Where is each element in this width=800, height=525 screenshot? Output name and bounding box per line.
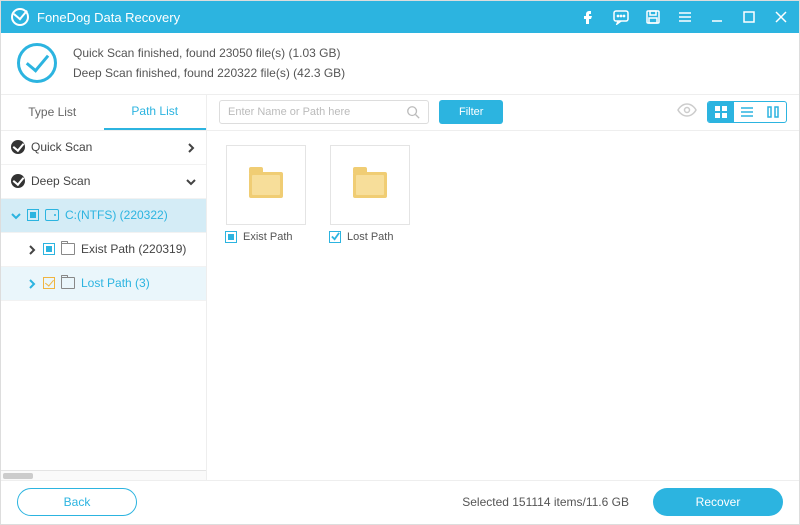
tree: Quick Scan Deep Scan C:(NTFS) (220322) E… xyxy=(1,131,206,470)
tree-deep-scan[interactable]: Deep Scan xyxy=(1,165,206,199)
search-icon xyxy=(406,105,420,119)
tab-type-list[interactable]: Type List xyxy=(1,95,104,130)
check-circle-icon xyxy=(17,43,57,83)
recover-button[interactable]: Recover xyxy=(653,488,783,516)
chevron-down-icon xyxy=(186,176,196,186)
sidebar: Type List Path List Quick Scan Deep Scan… xyxy=(1,95,207,480)
deep-scan-summary: Deep Scan finished, found 220322 file(s)… xyxy=(73,63,345,83)
drive-icon xyxy=(45,209,59,221)
chevron-right-icon xyxy=(186,142,196,152)
folder-thumb xyxy=(330,145,410,225)
folder-thumb xyxy=(226,145,306,225)
checkbox-partial-icon[interactable] xyxy=(27,209,39,221)
chevron-down-icon xyxy=(11,210,21,220)
folder-icon xyxy=(61,277,75,289)
eye-icon[interactable] xyxy=(677,103,697,122)
check-dot-icon xyxy=(11,140,25,154)
tree-lost-path[interactable]: Lost Path (3) xyxy=(1,267,206,301)
sidebar-scrollbar[interactable] xyxy=(1,470,206,480)
content-grid: Exist Path Lost Path xyxy=(207,131,799,480)
view-grid-button[interactable] xyxy=(708,102,734,122)
checkbox-partial-icon[interactable] xyxy=(225,231,237,243)
quick-scan-summary: Quick Scan finished, found 23050 file(s)… xyxy=(73,43,345,63)
view-list-button[interactable] xyxy=(734,102,760,122)
tree-drive-c[interactable]: C:(NTFS) (220322) xyxy=(1,199,206,233)
tree-exist-path[interactable]: Exist Path (220319) xyxy=(1,233,206,267)
folder-icon xyxy=(249,172,283,198)
save-icon[interactable] xyxy=(645,9,661,25)
checkbox-checked-icon[interactable] xyxy=(43,277,55,289)
menu-icon[interactable] xyxy=(677,9,693,25)
folder-icon xyxy=(353,172,387,198)
close-icon[interactable] xyxy=(773,9,789,25)
tree-label: Deep Scan xyxy=(31,174,180,188)
view-mode-toggle xyxy=(707,101,787,123)
tab-path-list[interactable]: Path List xyxy=(104,95,207,130)
app-logo-icon xyxy=(11,8,29,26)
chat-icon[interactable] xyxy=(613,9,629,25)
maximize-icon[interactable] xyxy=(741,9,757,25)
search-input[interactable] xyxy=(228,106,406,118)
back-button[interactable]: Back xyxy=(17,488,137,516)
item-label: Exist Path xyxy=(243,231,293,243)
search-box[interactable] xyxy=(219,100,429,124)
main-panel: Filter Exist Path Lost Path xyxy=(207,95,799,480)
footer: Back Selected 151114 items/11.6 GB Recov… xyxy=(1,480,799,524)
checkbox-partial-icon[interactable] xyxy=(43,243,55,255)
folder-item-lost-path[interactable]: Lost Path xyxy=(325,145,415,243)
check-dot-icon xyxy=(11,174,25,188)
folder-icon xyxy=(61,243,75,255)
filter-button[interactable]: Filter xyxy=(439,100,503,124)
tree-label: C:(NTFS) (220322) xyxy=(65,208,196,222)
item-label: Lost Path xyxy=(347,231,393,243)
title-bar: FoneDog Data Recovery xyxy=(1,1,799,33)
facebook-icon[interactable] xyxy=(581,9,597,25)
folder-item-exist-path[interactable]: Exist Path xyxy=(221,145,311,243)
app-title: FoneDog Data Recovery xyxy=(37,10,581,25)
selection-status: Selected 151114 items/11.6 GB xyxy=(151,495,639,509)
chevron-right-icon xyxy=(27,244,37,254)
checkbox-checked-icon[interactable] xyxy=(329,231,341,243)
toolbar: Filter xyxy=(207,95,799,131)
scan-summary: Quick Scan finished, found 23050 file(s)… xyxy=(1,33,799,95)
tree-quick-scan[interactable]: Quick Scan xyxy=(1,131,206,165)
tree-label: Quick Scan xyxy=(31,140,180,154)
view-detail-button[interactable] xyxy=(760,102,786,122)
minimize-icon[interactable] xyxy=(709,9,725,25)
tree-label: Exist Path (220319) xyxy=(81,242,196,256)
chevron-right-icon xyxy=(27,278,37,288)
tree-label: Lost Path (3) xyxy=(81,276,196,290)
